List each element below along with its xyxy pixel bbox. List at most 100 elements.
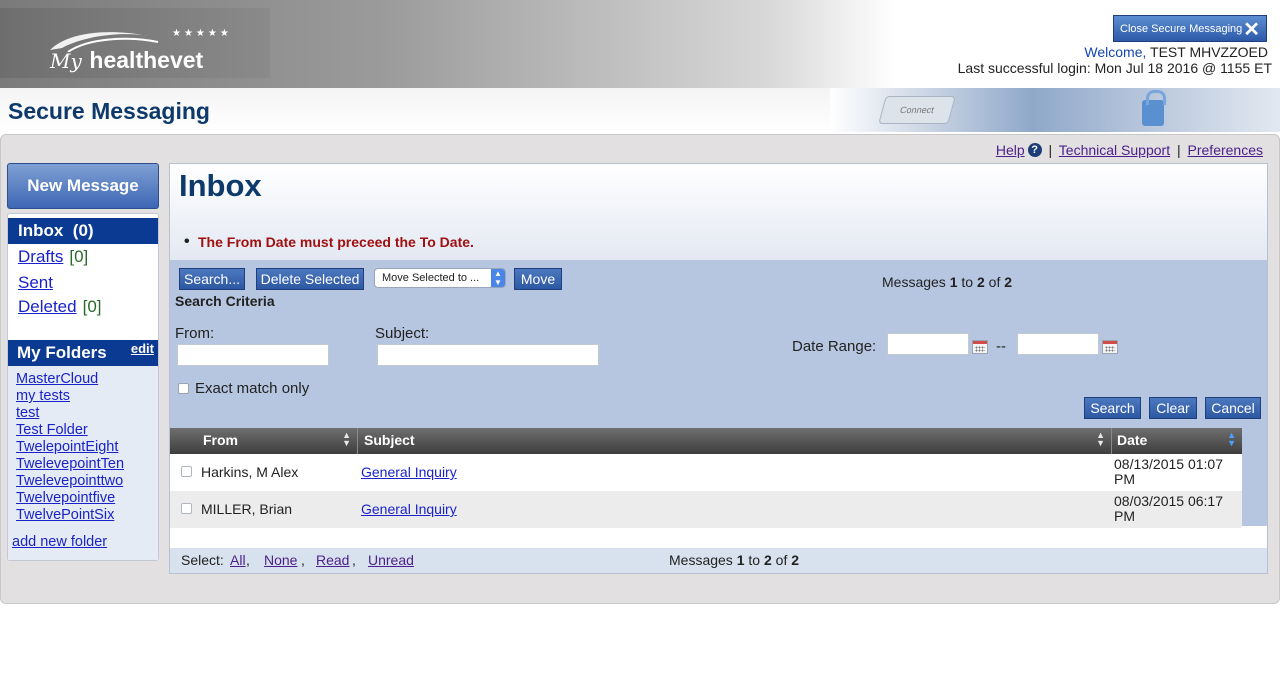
date-range-separator: -- [996, 338, 1006, 355]
technical-support-link[interactable]: Technical Support [1059, 142, 1170, 158]
row-from: MILLER, Brian [201, 501, 293, 517]
table-row[interactable]: Harkins, M Alex General Inquiry 08/13/20… [170, 454, 1242, 491]
count-to: 2 [976, 274, 985, 290]
select-none-link[interactable]: None [264, 552, 297, 568]
logo-wordmark: My healthevet [50, 46, 203, 74]
myhealthevet-logo[interactable]: ★★★★★ My healthevet [0, 8, 270, 78]
count-of-word: of [771, 552, 792, 568]
deleted-count: [0] [82, 297, 102, 316]
inbox-title: Inbox [179, 168, 262, 203]
table-row[interactable]: MILLER, Brian General Inquiry 08/03/2015… [170, 491, 1242, 528]
folder-link-twelvepointfive[interactable]: Twelvepointfive [16, 490, 158, 507]
count-prefix: Messages [669, 552, 737, 568]
exact-match-label: Exact match only [195, 380, 310, 397]
message-count: Messages 1 to 2 of 2 [882, 274, 1012, 290]
select-label: Select: [181, 552, 224, 568]
inbox-count: (0) [72, 221, 94, 240]
sort-icon[interactable]: ▲ ▼ [342, 431, 351, 448]
count-prefix: Messages [882, 274, 950, 290]
date-to-input[interactable] [1017, 333, 1099, 355]
exact-match-checkbox[interactable] [178, 383, 189, 394]
clear-button[interactable]: Clear [1149, 397, 1197, 419]
delete-selected-button[interactable]: Delete Selected [256, 268, 364, 290]
message-count-bottom: Messages 1 to 2 of 2 [669, 552, 799, 568]
search-area: Search... Delete Selected Move Selected … [170, 260, 1267, 428]
lock-icon [1142, 90, 1166, 126]
welcome-word: Welcome, [1084, 44, 1147, 60]
page-title: Secure Messaging [8, 98, 210, 124]
sidebar-item-sent[interactable]: Sent [18, 273, 53, 293]
row-date-line2: PM [1114, 471, 1135, 487]
logo-brand: healthevet [89, 47, 204, 73]
table-scroll-gutter [1242, 428, 1267, 526]
from-input[interactable] [177, 344, 329, 366]
date-from-input[interactable] [887, 333, 969, 355]
move-to-folder-select[interactable]: Move Selected to ... ▲ ▼ [374, 268, 506, 288]
drafts-link[interactable]: Drafts [18, 247, 63, 266]
help-link[interactable]: Help [996, 142, 1025, 158]
column-header-subject[interactable]: Subject ▲ ▼ [358, 428, 1112, 454]
count-from: 1 [736, 552, 745, 568]
calendar-icon[interactable] [972, 340, 988, 354]
count-from: 1 [949, 274, 958, 290]
select-separator: , [301, 552, 305, 568]
sort-desc-icon[interactable]: ▲ ▼ [1227, 431, 1236, 448]
folder-link-twelevepointten[interactable]: TwelevepointTen [16, 456, 158, 473]
sort-icon[interactable]: ▲ ▼ [1096, 431, 1105, 448]
inbox-panel: Inbox The From Date must preceed the To … [169, 163, 1268, 574]
row-date-line1: 08/13/2015 01:07 [1114, 456, 1223, 472]
help-icon[interactable]: ? [1027, 143, 1042, 157]
from-label: From: [175, 325, 215, 342]
row-subject-link[interactable]: General Inquiry [361, 501, 457, 517]
select-separator: , [352, 552, 356, 568]
folder-link-test[interactable]: test [16, 405, 158, 422]
link-separator: | [1048, 142, 1053, 158]
search-toggle-button[interactable]: Search... [179, 268, 245, 290]
select-read-link[interactable]: Read [316, 552, 349, 568]
table-header: From ▲ ▼ Subject ▲ ▼ Date ▲ ▼ [170, 428, 1242, 454]
my-folders-title: My Folders [17, 343, 107, 362]
welcome-text: Welcome, TEST MHVZZOED [1084, 44, 1268, 60]
close-secure-messaging-button[interactable]: Close Secure Messaging ✕ [1113, 15, 1267, 42]
preferences-link[interactable]: Preferences [1188, 142, 1263, 158]
move-select-value: Move Selected to ... [382, 272, 480, 284]
edit-folders-link[interactable]: edit [131, 336, 154, 362]
column-header-from[interactable]: From ▲ ▼ [170, 428, 358, 454]
folder-link-twelevepointtwo[interactable]: Twelevepointtwo [16, 473, 158, 490]
folder-link-mastercloud[interactable]: MasterCloud [16, 371, 158, 388]
subject-input[interactable] [377, 344, 599, 366]
connect-key-image: Connect [878, 96, 956, 124]
new-message-button[interactable]: New Message [7, 163, 159, 209]
panel-footer: Select: All , None , Read , Unread Messa… [170, 548, 1267, 573]
folder-link-twelvepointsix[interactable]: TwelvePointSix [16, 507, 158, 524]
select-unread-link[interactable]: Unread [368, 552, 414, 568]
folder-link-twelepointeight[interactable]: TwelepointEight [16, 439, 158, 456]
sidebar-item-deleted[interactable]: Deleted [0] [18, 297, 102, 317]
column-header-date[interactable]: Date ▲ ▼ [1112, 428, 1242, 454]
row-date: 08/03/2015 06:17 PM [1114, 494, 1234, 524]
row-checkbox[interactable] [181, 503, 192, 514]
row-from: Harkins, M Alex [201, 464, 299, 480]
close-secure-messaging-label: Close Secure Messaging [1120, 22, 1243, 35]
column-label-date: Date [1117, 432, 1148, 448]
logo-stars-icon: ★★★★★ [172, 28, 232, 39]
link-separator: | [1176, 142, 1181, 158]
sidebar-item-inbox[interactable]: Inbox (0) [8, 218, 158, 244]
sidebar-item-label: Inbox [18, 221, 64, 240]
sidebar-item-drafts[interactable]: Drafts [0] [18, 247, 88, 267]
folder-link-test-folder[interactable]: Test Folder [16, 422, 158, 439]
select-arrows-icon: ▲ ▼ [491, 269, 505, 287]
row-date-line1: 08/03/2015 06:17 [1114, 493, 1223, 509]
folder-link-my-tests[interactable]: my tests [16, 388, 158, 405]
cancel-button[interactable]: Cancel [1205, 397, 1261, 419]
search-button[interactable]: Search [1084, 397, 1141, 419]
add-new-folder-link[interactable]: add new folder [12, 534, 107, 550]
deleted-link[interactable]: Deleted [18, 297, 77, 316]
select-all-link[interactable]: All [230, 552, 246, 568]
move-button[interactable]: Move [514, 268, 562, 290]
sent-link[interactable]: Sent [18, 273, 53, 292]
folder-list: MasterCloud my tests test Test Folder Tw… [8, 366, 158, 560]
row-subject-link[interactable]: General Inquiry [361, 464, 457, 480]
row-checkbox[interactable] [181, 466, 192, 477]
calendar-icon[interactable] [1102, 340, 1118, 354]
